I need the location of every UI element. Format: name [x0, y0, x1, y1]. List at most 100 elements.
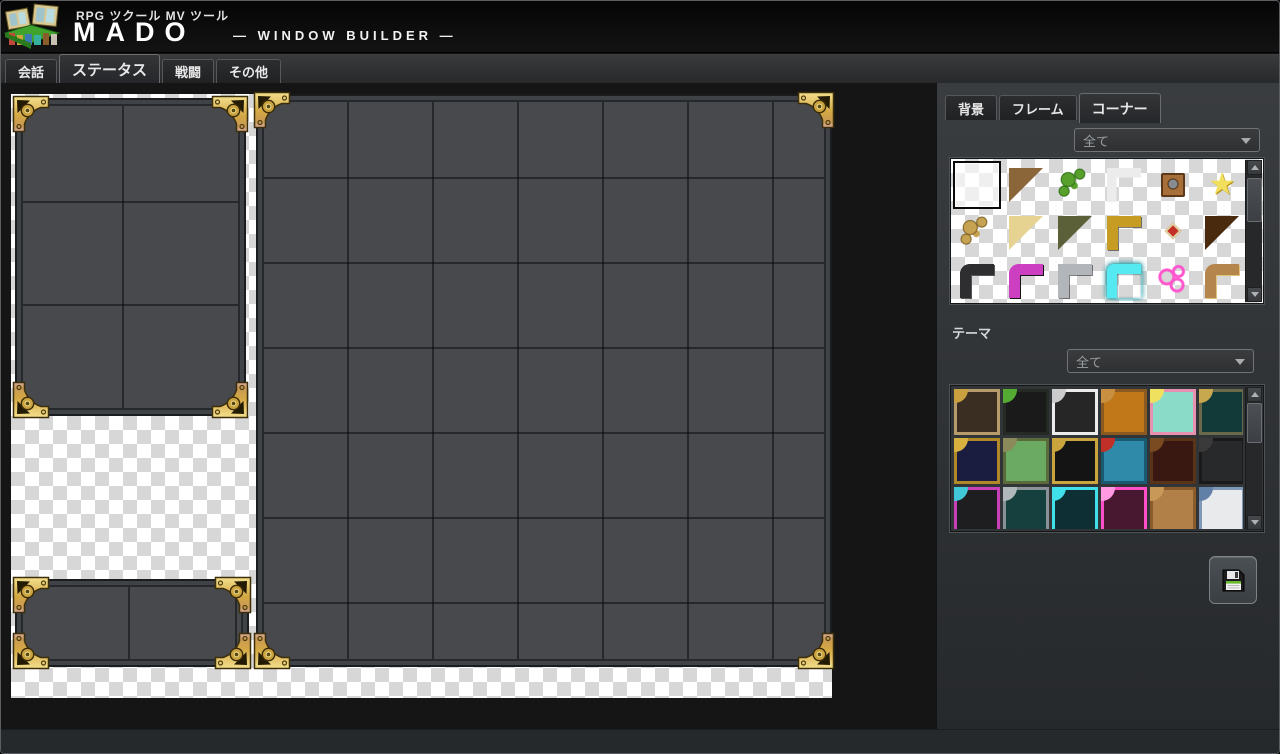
corner-item-wood-pole[interactable] [1200, 259, 1243, 301]
scroll-down-button[interactable] [1247, 515, 1262, 530]
red-gem-corner-icon [1165, 222, 1182, 239]
theme-corner-accent [954, 438, 968, 452]
theme-item-teal-gem[interactable] [1101, 438, 1147, 484]
theme-list-items [953, 388, 1243, 529]
tab-status[interactable]: ステータス [59, 54, 160, 83]
corner-item-metal-plate[interactable] [1102, 163, 1146, 207]
theme-item-charcoal[interactable] [1199, 438, 1243, 484]
gold-corner-ornament [214, 632, 252, 670]
theme-corner-accent [1150, 438, 1164, 452]
scroll-up-button[interactable] [1247, 160, 1262, 175]
tall-preview-window[interactable] [15, 98, 246, 416]
triangle-down-icon [1251, 520, 1259, 525]
large-preview-window[interactable] [256, 94, 832, 667]
theme-section-label: テーマ [952, 323, 991, 342]
theme-item-scroll-teal[interactable] [1199, 389, 1243, 435]
corner-list-items: ★ [953, 161, 1243, 301]
app-title: MADO [73, 17, 196, 48]
theme-item-navy-gold[interactable] [954, 438, 1000, 484]
theme-corner-accent [1003, 438, 1017, 452]
corner-item-leather-triangle[interactable] [1004, 163, 1048, 207]
app-title-suffix: — WINDOW BUILDER — [233, 28, 457, 43]
preview-canvas[interactable] [11, 94, 832, 698]
wood-pole-corner-icon [1205, 264, 1239, 298]
theme-item-amber-wood[interactable] [1101, 389, 1147, 435]
magenta-stripe-corner-icon [1009, 264, 1043, 298]
theme-corner-accent [1101, 438, 1115, 452]
corner-item-none[interactable] [955, 163, 999, 207]
theme-item-cyan-neon-grid[interactable] [1052, 487, 1098, 529]
theme-item-leather-gold[interactable] [954, 389, 1000, 435]
theme-item-foliage-black[interactable] [1003, 389, 1049, 435]
corner-item-gold-bar[interactable] [1102, 211, 1146, 255]
gold-corner-ornament [214, 576, 252, 614]
theme-filter-value: 全て [1076, 352, 1102, 371]
theme-list [950, 385, 1264, 532]
corner-item-cyan-neon[interactable] [1102, 259, 1146, 301]
tab-frame[interactable]: フレーム [999, 95, 1077, 120]
corner-item-pink-neon[interactable] [1151, 259, 1195, 301]
theme-item-pink-neon-purple[interactable] [1101, 487, 1147, 529]
corner-item-steel-bracket[interactable] [1053, 259, 1097, 301]
gold-corner-ornament [12, 95, 50, 133]
triangle-up-icon [1251, 392, 1259, 397]
theme-corner-accent [954, 389, 968, 403]
tab-conversation[interactable]: 会話 [5, 59, 57, 83]
chevron-down-icon [1241, 138, 1251, 144]
theme-corner-accent [1150, 389, 1164, 403]
mado-logo-icon [3, 3, 61, 51]
window-tile-grid [264, 102, 824, 659]
theme-list-scrollbar[interactable] [1245, 387, 1262, 530]
corner-item-magenta-stripe[interactable] [1004, 259, 1048, 301]
metal-plate-corner-icon [1107, 168, 1141, 202]
scroll-down-button[interactable] [1247, 287, 1262, 302]
corner-item-dotted-tan[interactable] [1004, 211, 1048, 255]
gold-corner-ornament [12, 381, 50, 419]
leather-triangle-corner-icon [1009, 168, 1043, 202]
corner-item-dark-swirl[interactable] [1200, 211, 1243, 255]
tab-battle[interactable]: 戦闘 [162, 59, 214, 83]
gold-scroll-corner-icon [960, 216, 994, 250]
window-tile-grid [23, 587, 241, 659]
save-button[interactable] [1209, 556, 1257, 604]
theme-filter-dropdown[interactable]: 全て [1067, 349, 1254, 373]
theme-item-black-diamond-gold[interactable] [1052, 438, 1098, 484]
theme-item-green-olive[interactable] [1003, 438, 1049, 484]
corner-item-stud-block[interactable] [1151, 163, 1195, 207]
corner-item-star[interactable]: ★ [1200, 163, 1243, 207]
theme-corner-accent [1052, 389, 1066, 403]
star-corner-icon: ★ [1205, 168, 1239, 202]
theme-item-wood-pole-floor[interactable] [1150, 487, 1196, 529]
scroll-up-button[interactable] [1247, 387, 1262, 402]
scrollbar-thumb[interactable] [1247, 403, 1262, 443]
gold-corner-ornament [12, 632, 50, 670]
scrollbar-thumb[interactable] [1247, 178, 1262, 222]
theme-corner-accent [1052, 438, 1066, 452]
theme-item-maroon-leather[interactable] [1150, 438, 1196, 484]
corner-item-olive-triangle[interactable] [1053, 211, 1097, 255]
main-tabstrip: 会話 ステータス 戦闘 その他 [1, 53, 1280, 83]
theme-item-white-frame[interactable] [1052, 389, 1098, 435]
theme-item-candy-mint[interactable] [1150, 389, 1196, 435]
corner-item-black-pipe[interactable] [955, 259, 999, 301]
corner-list-scrollbar[interactable] [1245, 160, 1262, 302]
mado-window-builder-app: RPG ツクール MV ツール MADO — WINDOW BUILDER — … [0, 0, 1280, 754]
theme-item-neon-magenta-dots[interactable] [954, 487, 1000, 529]
theme-corner-accent [1199, 438, 1213, 452]
theme-item-white-blue-pipe[interactable] [1199, 487, 1243, 529]
dotted-tan-corner-icon [1009, 216, 1043, 250]
theme-item-steel-teal[interactable] [1003, 487, 1049, 529]
corner-filter-dropdown[interactable]: 全て [1074, 128, 1260, 152]
bottom-bar [1, 729, 1280, 754]
tab-background[interactable]: 背景 [945, 95, 997, 120]
tab-other[interactable]: その他 [216, 59, 281, 83]
small-preview-window[interactable] [15, 579, 249, 667]
panel-tabstrip: 背景 フレーム コーナー [945, 93, 1163, 120]
corner-item-red-gem[interactable] [1151, 211, 1195, 255]
corner-item-foliage[interactable] [1053, 163, 1097, 207]
pink-neon-corner-icon [1156, 264, 1190, 298]
corner-item-gold-scroll[interactable] [955, 211, 999, 255]
chevron-down-icon [1235, 359, 1245, 365]
theme-corner-accent [1150, 487, 1164, 501]
tab-corner[interactable]: コーナー [1079, 93, 1161, 123]
